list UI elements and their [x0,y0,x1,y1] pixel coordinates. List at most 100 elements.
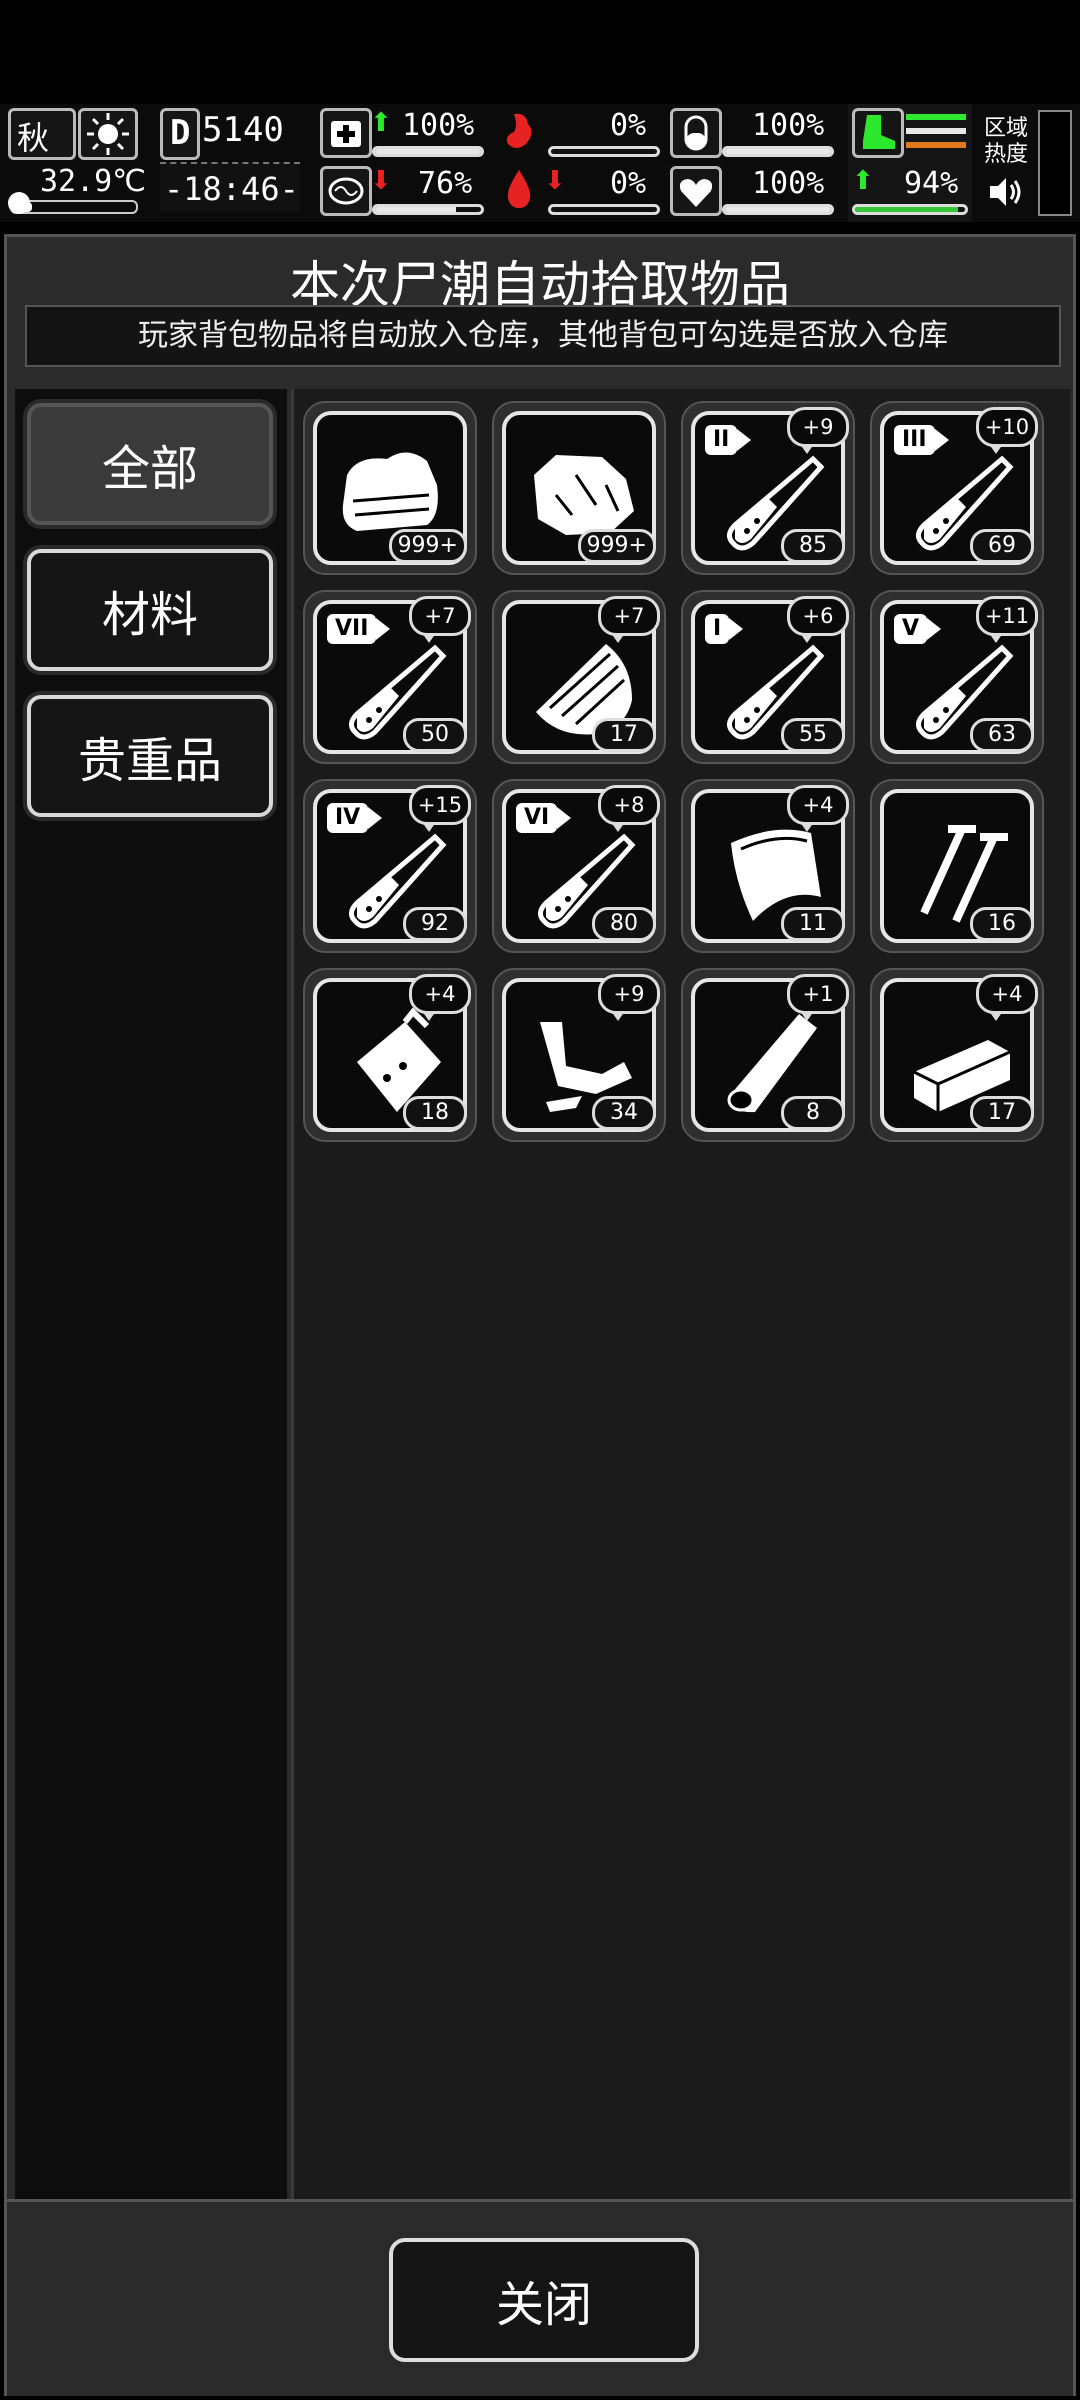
item-grid: 999+ 999+ II +9 85 III +10 69 VII +7 50 +7 17 I +6 55 V +… [291,389,1070,2199]
stomach-icon [496,108,542,154]
stamina-up-arrow-icon: ⬆ [852,166,874,196]
item-slot[interactable]: +4 11 [681,779,855,953]
season-badge: 秋 [8,108,76,160]
bonus-badge: +4 [976,974,1038,1021]
blood-value: 0% [610,166,647,201]
tab-all[interactable]: 全部 [27,403,273,525]
pill-icon [670,108,722,158]
bonus-badge: +8 [598,785,660,832]
stripe-green [906,114,966,120]
time-value: -18:46- [164,170,299,208]
dialog-footer: 关闭 [7,2199,1073,2396]
medical-up-arrow-icon: ⬆ [370,108,392,138]
item-count: 85 [781,529,845,563]
tier-badge: VII [327,614,391,644]
tab-all-label: 全部 [101,441,198,497]
pill-bar [722,146,834,157]
blood-drop-icon [496,166,542,212]
item-slot[interactable]: +1 8 [681,968,855,1142]
heart-bar [722,204,834,215]
bonus-badge: +9 [787,407,849,454]
item-count: 8 [781,1096,845,1130]
day-icon: D [160,108,200,160]
status-bar: 秋 32.9℃ D 5140 -18:46- ⬆ 100% ⬇ 76% 0% ⬇… [0,104,1080,222]
tab-materials[interactable]: 材料 [27,549,273,671]
stripe-orange [906,142,966,148]
brain-icon [320,166,372,216]
blood-down-arrow-icon: ⬇ [544,166,566,196]
close-button-label: 关闭 [495,2277,592,2333]
item-count: 17 [592,718,656,752]
medical-bar [372,146,484,157]
item-slot[interactable]: +4 17 [870,968,1044,1142]
bonus-badge: +11 [976,596,1038,643]
item-slot[interactable]: 16 [870,779,1044,953]
item-slot[interactable]: +7 17 [492,590,666,764]
item-count: 11 [781,907,845,941]
item-slot[interactable]: VII +7 50 [303,590,477,764]
tier-badge: VI [516,803,572,833]
item-count: 34 [592,1096,656,1130]
category-sidebar: 全部 材料 贵重品 [15,389,287,2199]
heart-value: 100% [752,166,825,201]
item-count: 80 [592,907,656,941]
blood-bar [548,204,660,215]
item-slot[interactable]: +4 18 [303,968,477,1142]
item-slot[interactable]: +9 34 [492,968,666,1142]
brain-bar [372,204,484,215]
tier-badge: V [894,614,942,644]
item-slot[interactable]: 999+ [492,401,666,575]
zone-heat-label: 区域热度 [984,116,1029,167]
item-count: 55 [781,718,845,752]
item-count: 63 [970,718,1034,752]
medical-kit-icon [320,108,372,158]
close-button[interactable]: 关闭 [389,2238,699,2362]
stomach-value: 0% [610,108,647,143]
tab-materials-label: 材料 [101,587,198,643]
item-count: 92 [403,907,467,941]
zone-heat-meter [1038,110,1072,216]
brain-down-arrow-icon: ⬇ [370,166,392,196]
item-count: 50 [403,718,467,752]
brain-value: 76% [418,166,473,201]
season-label: 秋 [17,119,50,157]
item-count: 18 [403,1096,467,1130]
stamina-bar [852,204,968,215]
bonus-badge: +1 [787,974,849,1021]
bonus-badge: +7 [598,596,660,643]
temperature-value: 32.9℃ [40,164,146,199]
clock-box: -18:46- [160,162,300,212]
stomach-bar [548,146,660,157]
bonus-badge: +4 [409,974,471,1021]
bonus-badge: +15 [409,785,471,832]
item-count: 69 [970,529,1034,563]
tier-badge: III [894,425,948,455]
item-count: 16 [970,907,1034,941]
stamina-value: 94% [904,166,959,201]
day-counter: 5140 [202,110,284,150]
speaker-icon[interactable] [986,172,1026,212]
heart-icon [670,166,722,216]
auto-pickup-dialog: 本次尸潮自动拾取物品 玩家背包物品将自动放入仓库，其他背包可勾选是否放入仓库 全… [4,234,1076,2396]
item-slot[interactable]: II +9 85 [681,401,855,575]
tab-valuables[interactable]: 贵重品 [27,695,273,817]
item-count: 999+ [577,529,656,563]
item-slot[interactable]: 999+ [303,401,477,575]
sun-icon [78,108,138,160]
tier-badge: II [705,425,752,455]
tier-badge: IV [327,803,383,833]
stripe-white [906,128,966,134]
item-slot[interactable]: IV +15 92 [303,779,477,953]
thermometer-icon [8,192,30,214]
bonus-badge: +10 [976,407,1038,454]
dialog-notice: 玩家背包物品将自动放入仓库，其他背包可勾选是否放入仓库 [25,305,1061,367]
item-count: 999+ [388,529,467,563]
item-slot[interactable]: III +10 69 [870,401,1044,575]
pill-value: 100% [752,108,825,143]
bonus-badge: +7 [409,596,471,643]
item-slot[interactable]: V +11 63 [870,590,1044,764]
item-slot[interactable]: I +6 55 [681,590,855,764]
boot-icon [852,108,904,158]
bonus-badge: +6 [787,596,849,643]
item-slot[interactable]: VI +8 80 [492,779,666,953]
